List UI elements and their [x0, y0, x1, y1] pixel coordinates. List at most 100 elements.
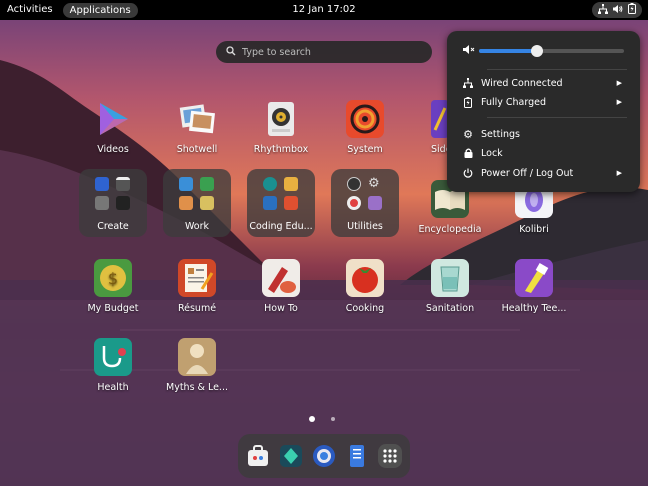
system-status-area[interactable]: [592, 2, 642, 18]
app-label: My Budget: [87, 303, 139, 314]
html-icon: [284, 196, 298, 210]
folder-create[interactable]: Create: [79, 169, 147, 237]
menu-item-label: Power Off / Log Out: [481, 167, 574, 179]
dock-app-center-icon[interactable]: [246, 444, 270, 468]
volume-slider[interactable]: [479, 45, 624, 57]
app-label: Myths & Le...: [166, 382, 228, 393]
volume-icon: [613, 4, 623, 17]
app-sidebar-partial[interactable]: Side: [409, 100, 449, 155]
app-label: Healthy Tee...: [501, 303, 567, 314]
show-apps-grid-icon[interactable]: [377, 444, 402, 468]
sanitation-icon: [431, 259, 469, 297]
menu-item-wired[interactable]: Wired Connected ▶: [463, 75, 630, 91]
app-system[interactable]: System: [323, 100, 407, 155]
writer-icon: [179, 177, 193, 191]
how-to-icon: [262, 259, 300, 297]
battery-icon: [628, 3, 636, 17]
menu-item-label: Wired Connected: [481, 77, 563, 89]
folder-icons: ⚙: [347, 177, 383, 210]
app-resume[interactable]: Résumé: [155, 259, 239, 314]
menu-item-label: Fully Charged: [481, 96, 547, 108]
top-bar: Activities Applications 12 Jan 17:02: [0, 0, 648, 20]
menu-separator: [487, 117, 627, 118]
search-icon: [226, 45, 236, 59]
volume-muted-icon: [463, 44, 475, 58]
dock-document-icon[interactable]: [345, 444, 369, 468]
budget-icon: $: [94, 259, 132, 297]
folder-label: Coding Edu...: [249, 221, 313, 232]
search-input[interactable]: [242, 46, 412, 58]
page-dot-active[interactable]: [309, 416, 315, 422]
app-label: Résumé: [177, 303, 217, 314]
folder-icons: [179, 177, 215, 210]
menu-item-power[interactable]: Power Off / Log Out ▶: [463, 165, 630, 181]
folder-utilities[interactable]: ⚙ Utilities: [331, 169, 399, 237]
app-my-budget[interactable]: $ My Budget: [71, 259, 155, 314]
help-icon: [347, 196, 361, 210]
app-health[interactable]: Health: [71, 338, 155, 393]
health-icon: [94, 338, 132, 376]
submenu-arrow-icon: ▶: [616, 98, 622, 106]
app-myths[interactable]: Myths & Le...: [155, 338, 239, 393]
system-icon: [346, 100, 384, 138]
dock-files-icon[interactable]: [279, 444, 303, 468]
activities-button[interactable]: Activities: [0, 0, 60, 20]
submenu-arrow-icon: ▶: [616, 169, 622, 177]
menu-item-label: Lock: [481, 147, 503, 159]
app-label: Rhythmbox: [253, 144, 309, 155]
calc-icon: [200, 177, 214, 191]
resume-icon: [178, 259, 216, 297]
folder-label: Utilities: [347, 221, 383, 232]
power-icon: [463, 168, 473, 178]
page-indicator: [309, 416, 335, 422]
folder-label: Work: [184, 221, 210, 232]
app-cooking[interactable]: Cooking: [323, 259, 407, 314]
app-label: Videos: [97, 144, 129, 155]
disks-icon: [368, 196, 382, 210]
app-how-to[interactable]: How To: [239, 259, 323, 314]
rhythmbox-icon: [262, 100, 300, 138]
page-dot[interactable]: [331, 417, 335, 421]
app-label: How To: [264, 303, 298, 314]
js-icon: [284, 177, 298, 191]
applications-button[interactable]: Applications: [62, 2, 138, 18]
volume-slider-fill: [479, 49, 537, 53]
app-label: Health: [97, 382, 129, 393]
menu-item-lock[interactable]: Lock: [463, 145, 630, 161]
app-label: Shotwell: [176, 144, 218, 155]
videos-icon: [94, 100, 132, 138]
folder-work[interactable]: Work: [163, 169, 231, 237]
app-label: System: [347, 144, 383, 155]
search-bar[interactable]: [216, 41, 432, 63]
app-label: Side: [431, 144, 449, 155]
menu-item-settings[interactable]: ⚙ Settings: [463, 126, 630, 142]
network-wired-icon: [463, 78, 473, 88]
battery-icon: [463, 96, 473, 108]
app-healthy-teeth[interactable]: Healthy Tee...: [492, 259, 576, 314]
app-label: Sanitation: [425, 303, 475, 314]
volume-slider-knob[interactable]: [531, 45, 543, 57]
arduino-icon: [263, 177, 277, 191]
menu-separator: [487, 69, 627, 70]
folder-icons: [263, 177, 299, 210]
dock: [238, 434, 410, 478]
gear-icon: ⚙: [368, 176, 380, 191]
impress-icon: [179, 196, 193, 210]
menu-item-label: Settings: [481, 128, 520, 140]
menu-item-battery[interactable]: Fully Charged ▶: [463, 94, 630, 110]
clock[interactable]: 12 Jan 17:02: [292, 0, 355, 20]
css-icon: [263, 196, 277, 210]
app-label: Kolibri: [519, 224, 549, 235]
inkscape-icon: [116, 196, 130, 210]
app-videos[interactable]: Videos: [71, 100, 155, 155]
app-shotwell[interactable]: Shotwell: [155, 100, 239, 155]
image-editor-icon: [95, 196, 109, 210]
app-sanitation[interactable]: Sanitation: [408, 259, 492, 314]
shotwell-icon: [178, 100, 216, 138]
app-rhythmbox[interactable]: Rhythmbox: [239, 100, 323, 155]
dock-browser-icon[interactable]: [312, 444, 336, 468]
folder-coding[interactable]: Coding Edu...: [247, 169, 315, 237]
app-label: Cooking: [345, 303, 385, 314]
video-editor-icon: [116, 177, 130, 191]
blender-icon: [95, 177, 109, 191]
